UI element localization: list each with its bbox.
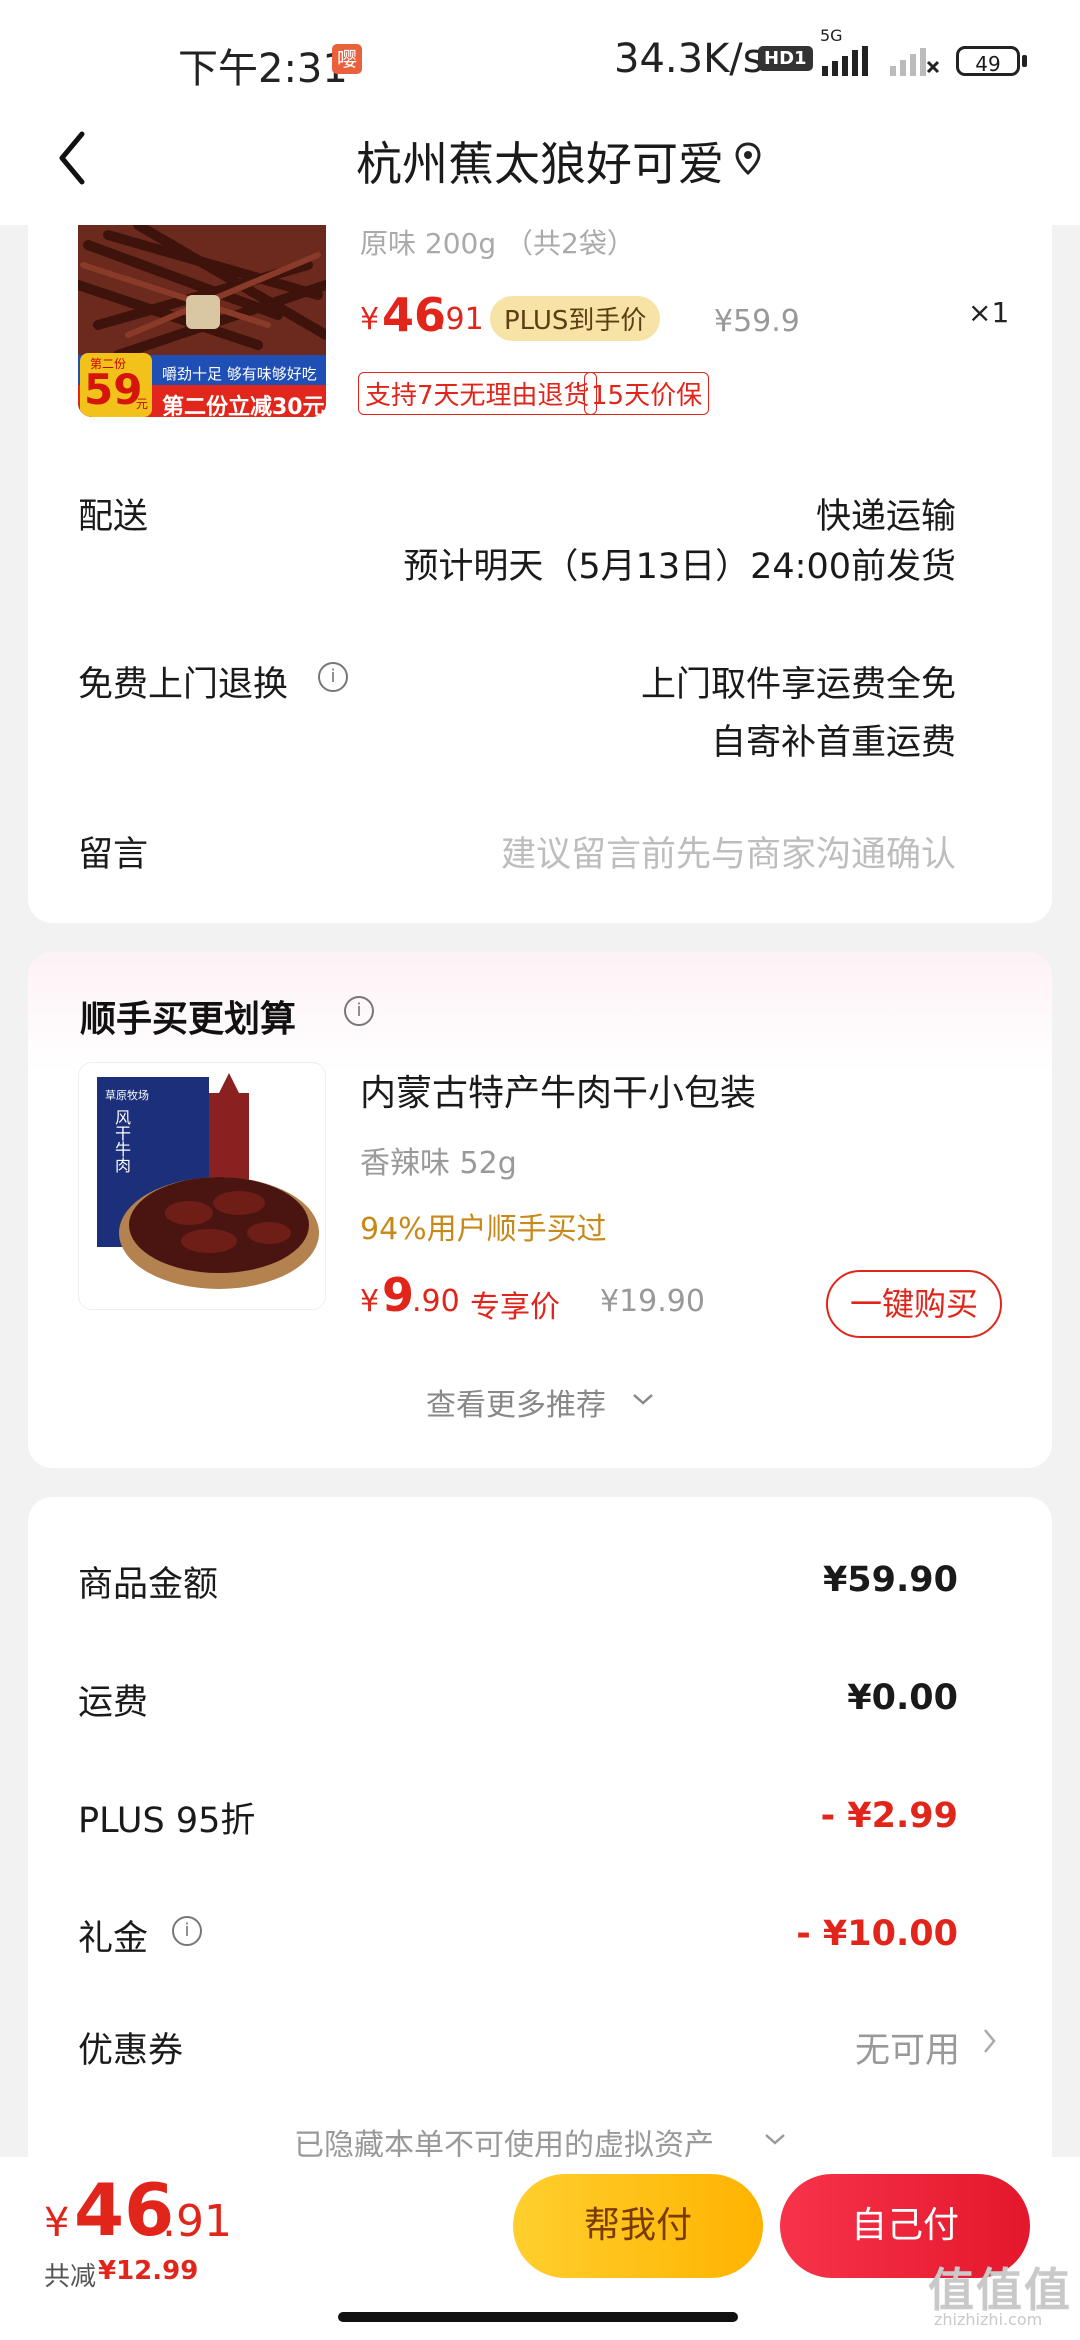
plus-price-badge: PLUS到手价 [490, 296, 661, 341]
battery-tip [1022, 55, 1027, 67]
price-currency: ¥ [360, 302, 380, 337]
image-slogan: 嚼劲十足 够有味够好吃 [162, 365, 317, 383]
delivery-label: 配送 [78, 497, 149, 537]
addon-image-brand: 草原牧场 [105, 1089, 149, 1102]
addon-social-proof: 94%用户顺手买过 [360, 1212, 607, 1247]
image-banner: 第二份立减30元 [162, 395, 325, 417]
summary-gift-label: 礼金 [78, 1919, 149, 1959]
return-service-line1: 上门取件享运费全免 [640, 665, 956, 705]
summary-gift-value: - ¥10.00 [796, 1914, 958, 1954]
status-time: 下午2:31 [178, 46, 348, 92]
addon-price-decimal: .90 [412, 1284, 460, 1319]
total-saved-value: ¥12.99 [98, 2256, 199, 2286]
addon-price-label: 专享价 [470, 1290, 560, 1325]
addon-section-title: 顺手买更划算 [80, 999, 297, 1040]
signal-5g-icon [822, 46, 868, 76]
return-service-label: 免费上门退换 [78, 665, 289, 705]
info-icon[interactable]: i [318, 662, 348, 692]
addon-product-image[interactable]: 草原牧场 风干牛肉 [78, 1062, 326, 1310]
home-indicator[interactable] [338, 2312, 738, 2322]
return-service-line2: 自寄补首重运费 [710, 723, 956, 763]
total-integer: 46 [74, 2168, 175, 2252]
original-price: ¥59.9 [714, 304, 800, 339]
see-more-recommendations[interactable]: 查看更多推荐 [426, 1380, 606, 1424]
location-pin-icon [735, 142, 761, 176]
image-price-unit: 元 [136, 397, 149, 411]
signal-label: 5G [820, 26, 843, 45]
hd-badge: HD1 [758, 46, 813, 71]
price-decimal: .91 [436, 302, 484, 337]
addon-price-currency: ¥ [360, 1284, 380, 1319]
back-arrow-icon[interactable] [52, 128, 92, 188]
total-currency: ¥ [44, 2200, 70, 2246]
page-title: 杭州蕉太狼好可爱 [356, 137, 724, 191]
delivery-method[interactable]: 快递运输 [816, 488, 956, 539]
tag-7day-return: 支持7天无理由退货 [358, 372, 597, 415]
summary-plus-label: PLUS 95折 [78, 1801, 256, 1841]
total-decimal: .91 [162, 2196, 232, 2247]
summary-goods-label: 商品金额 [78, 1565, 219, 1605]
delivery-eta: 预计明天（5月13日）24:00前发货 [403, 547, 956, 587]
summary-shipping-value: ¥0.00 [847, 1678, 958, 1718]
summary-coupon-label: 优惠券 [78, 2031, 184, 2071]
chevron-down-icon [765, 2134, 785, 2145]
summary-coupon-value[interactable]: 无可用 [855, 2022, 960, 2073]
addon-original-price: ¥19.90 [600, 1284, 705, 1319]
addon-price-integer: 9 [382, 1268, 415, 1322]
network-speed: 34.3K/s [614, 36, 764, 82]
watermark-url: zhizhizhi.com [934, 2310, 1043, 2329]
summary-goods-value: ¥59.90 [822, 1560, 958, 1600]
chevron-down-icon [633, 1394, 653, 1405]
battery-icon: 49 [956, 46, 1020, 76]
summary-plus-value: - ¥2.99 [820, 1796, 958, 1836]
addon-variant: 香辣味 52g [360, 1146, 517, 1181]
signal-empty-icon [890, 48, 940, 76]
total-saved-label: 共减 [44, 2262, 97, 2292]
product-image[interactable]: 第二份 59 元 嚼劲十足 够有味够好吃 第二份立减30元 [78, 225, 326, 417]
status-bar: 下午2:31 嘤 34.3K/s HD1 5G 49 [0, 0, 1080, 120]
message-input[interactable]: 建议留言前先与商家沟通确认 [501, 826, 956, 877]
chevron-right-icon[interactable] [982, 2026, 998, 2056]
notification-icon: 嘤 [332, 44, 362, 74]
image-price: 59 [84, 365, 143, 414]
item-quantity: ×1 [968, 296, 1010, 329]
addon-product-name[interactable]: 内蒙古特产牛肉干小包装 [360, 1064, 756, 1116]
addon-image-label: 风干牛肉 [112, 1109, 131, 1173]
summary-shipping-label: 运费 [78, 1683, 149, 1723]
product-variant: 原味 200g （共2袋） [360, 227, 635, 260]
message-label: 留言 [78, 835, 149, 875]
info-icon[interactable]: i [344, 996, 374, 1026]
one-click-buy-button[interactable]: 一键购买 [826, 1270, 1002, 1338]
help-me-pay-button[interactable]: 帮我付 [513, 2174, 763, 2278]
info-icon[interactable]: i [172, 1916, 202, 1946]
tag-price-protect: 15天价保 [584, 372, 710, 415]
